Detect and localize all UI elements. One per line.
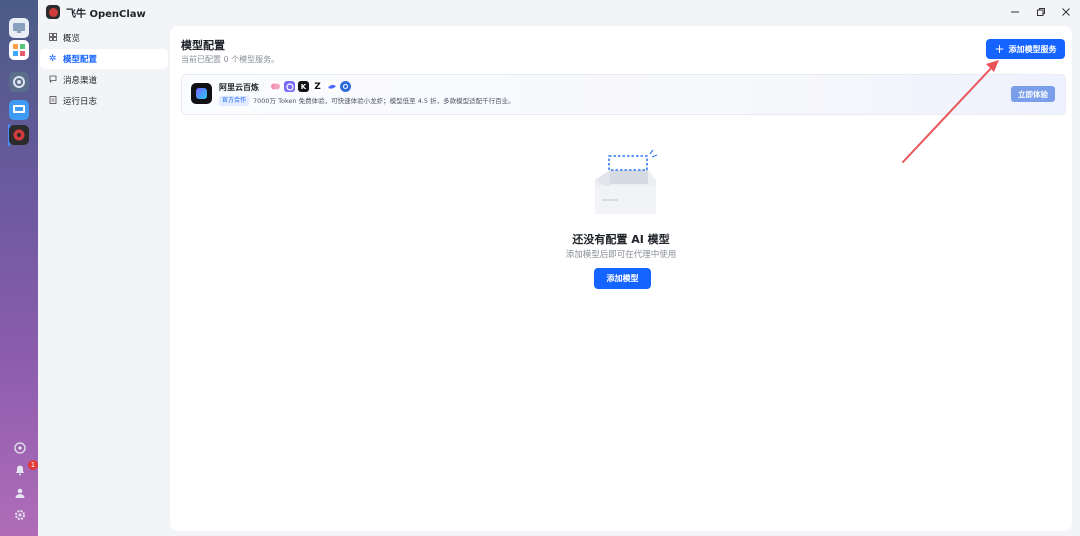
window-title: 飞牛 OpenClaw [66, 9, 146, 20]
title-bar: 飞牛 OpenClaw [38, 0, 1080, 24]
nav-item-channels[interactable]: 消息渠道 [40, 70, 168, 90]
restore-icon[interactable] [1033, 4, 1049, 20]
settings-app-icon[interactable] [9, 72, 29, 92]
empty-state-subtitle: 添加模型后即可在代理中使用 [565, 250, 677, 260]
deepseek-logo-icon [326, 81, 337, 92]
empty-box-illustration [595, 149, 658, 214]
app-logo-icon [46, 5, 60, 19]
nav-item-model-config[interactable]: ✲ 模型配置 [40, 49, 168, 69]
try-now-button[interactable]: 立即体验 [1011, 86, 1055, 102]
nav-item-label: 模型配置 [63, 55, 98, 65]
empty-state-title: 还没有配置 AI 模型 [572, 233, 670, 246]
page-subtitle: 当前已配置 0 个模型服务。 [181, 55, 280, 64]
apps-grid-icon[interactable] [9, 40, 29, 60]
promo-banner: 阿里云百炼 K Z 官方合作 7000万 Token 免费体验，可快速体验小龙虾… [181, 74, 1066, 115]
add-model-service-button[interactable]: + 添加模型服务 [986, 39, 1065, 59]
add-model-button[interactable]: 添加模型 [594, 268, 651, 289]
partner-tag: 官方合作 [219, 96, 250, 106]
model-logo-icon [340, 81, 351, 92]
app-window: 飞牛 OpenClaw 概览 ✲ 模型配置 消息渠道 运行日志 模型配置 当前已… [38, 0, 1080, 536]
bailian-logo-icon [191, 83, 212, 104]
chat-icon [47, 75, 58, 86]
nav-item-label: 概览 [63, 34, 81, 44]
main-panel: 模型配置 当前已配置 0 个模型服务。 + 添加模型服务 阿里云百炼 K Z 官… [170, 26, 1072, 531]
notification-badge: 1 [28, 460, 38, 470]
desktop-app-icon[interactable] [9, 100, 29, 120]
close-icon[interactable] [1058, 4, 1074, 20]
page-title: 模型配置 [181, 39, 225, 52]
app-dock: 1 [0, 0, 38, 536]
plus-icon: + [994, 42, 1005, 56]
add-service-label: 添加模型服务 [1008, 44, 1057, 54]
nav-item-logs[interactable]: 运行日志 [40, 91, 168, 111]
banner-description: 7000万 Token 免费体验，可快速体验小龙虾；模型低至 4.5 折，多款模… [253, 97, 515, 105]
brain-logo-icon [270, 81, 281, 92]
nav-item-label: 消息渠道 [63, 76, 98, 86]
kimi-logo-icon: K [298, 81, 309, 92]
side-nav: 概览 ✲ 模型配置 消息渠道 运行日志 [40, 28, 168, 112]
user-icon[interactable] [13, 486, 27, 500]
widget-icon[interactable] [13, 441, 27, 455]
openclaw-app-icon[interactable] [9, 125, 29, 145]
monitor-app-icon[interactable] [9, 18, 29, 38]
bell-icon[interactable] [13, 463, 27, 477]
grid-icon [47, 32, 58, 44]
zhipu-logo-icon: Z [312, 81, 323, 92]
banner-provider-name: 阿里云百炼 [219, 83, 259, 92]
log-icon [47, 95, 58, 107]
nav-item-overview[interactable]: 概览 [40, 28, 168, 48]
gear-icon[interactable] [13, 508, 27, 522]
nav-item-label: 运行日志 [63, 97, 98, 107]
qwen-logo-icon [284, 81, 295, 92]
sparkle-icon: ✲ [48, 54, 57, 64]
minimize-icon[interactable] [1007, 4, 1023, 20]
